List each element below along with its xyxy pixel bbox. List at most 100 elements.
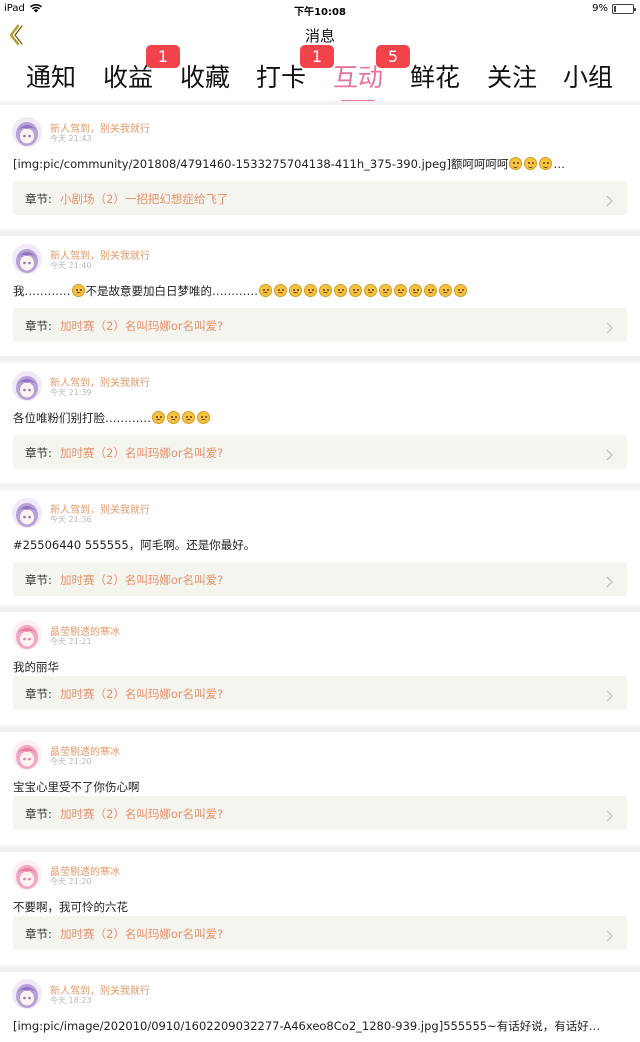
user-avatar[interactable] xyxy=(12,117,42,147)
chapter-label: 章节: xyxy=(25,807,52,821)
tab-favorites[interactable]: 收藏 xyxy=(180,58,230,94)
tired-emoji-icon xyxy=(152,411,165,424)
tired-emoji-icon xyxy=(349,284,362,297)
card-separator xyxy=(0,605,640,612)
checkin-badge: 1 xyxy=(300,45,334,68)
message-content: 我………… 不是故意要加白日梦唯的………… xyxy=(13,283,627,299)
tired-emoji-icon xyxy=(379,284,392,297)
grin-emoji-icon xyxy=(509,157,523,170)
message-item[interactable]: 新人驾到，别关我就行 今天 21:43 [img:pic/community/201… xyxy=(0,116,640,229)
tired-emoji-icon xyxy=(439,284,452,297)
status-time: 下午10:08 xyxy=(294,7,346,18)
chapter-label: 章节: xyxy=(25,192,52,206)
chapter-link[interactable]: 章节: 加时赛（2）名叫玛娜or名叫爱? xyxy=(13,435,627,469)
user-avatar[interactable] xyxy=(12,620,42,650)
user-avatar[interactable] xyxy=(12,979,42,1009)
chevron-right-icon xyxy=(606,687,613,702)
chevron-right-icon xyxy=(606,807,613,822)
message-item[interactable]: 新人驾到，别关我就行 今天 21:40 我………… 不是故意要加白日梦唯的………… 章节… xyxy=(0,243,640,356)
tired-emoji-icon xyxy=(167,411,180,424)
tab-label: 收藏 xyxy=(180,63,231,92)
chapter-link[interactable]: 章节: 加时赛（2）名叫玛娜or名叫爱? xyxy=(13,308,627,342)
user-avatar[interactable] xyxy=(12,371,42,401)
message-content: #25506440 555555，阿毛啊。还是你最好。 xyxy=(13,537,627,553)
message-text: 我………… xyxy=(13,284,71,298)
chapter-link[interactable]: 章节: 小剧场（2）一招把幻想症给飞了 xyxy=(13,181,627,215)
interactions-badge: 5 xyxy=(376,45,410,68)
chapter-link[interactable]: 章节: 加时赛（2）名叫玛娜or名叫爱? xyxy=(13,562,627,596)
chapter-link[interactable]: 章节: 加时赛（2）名叫玛娜or名叫爱? xyxy=(13,676,627,710)
message-time: 今天 21:21 xyxy=(50,637,92,646)
message-time: 今天 21:20 xyxy=(50,877,92,886)
message-time: 今天 21:43 xyxy=(50,134,92,143)
chapter-label: 章节: xyxy=(25,319,52,333)
tab-label: 打卡 xyxy=(256,63,307,92)
message-item[interactable]: 晶莹剔透的寒冰 今天 21:20 不要啊，我可怜的六花 章节: 加时赛（2）名叫玛娜or… xyxy=(0,859,640,965)
page-title: 消息 xyxy=(304,27,335,45)
message-text: [img:pic/community/201808/4791460-153327… xyxy=(13,157,509,171)
message-item[interactable]: 晶莹剔透的寒冰 今天 21:20 宝宝心里受不了你伤心啊 章节: 加时赛（2）名叫玛娜o… xyxy=(0,739,640,845)
chapter-link[interactable]: 章节: 加时赛（2）名叫玛娜or名叫爱? xyxy=(13,796,627,830)
battery-percent: 9% xyxy=(592,3,608,14)
card-separator xyxy=(0,845,640,852)
card-separator xyxy=(0,483,640,490)
card-separator xyxy=(0,229,640,236)
chapter-title: 加时赛（2）名叫玛娜or名叫爱? xyxy=(60,319,224,333)
tired-emoji-icon xyxy=(454,284,467,297)
message-content: [img:pic/image/202010/0910/1602209032277… xyxy=(13,1018,627,1034)
grin-emoji-icon xyxy=(539,157,553,170)
message-time: 今天 21:39 xyxy=(50,388,92,397)
chevron-left-icon xyxy=(9,24,23,46)
tired-emoji-icon xyxy=(409,284,422,297)
tab-notifications[interactable]: 通知 xyxy=(26,58,76,94)
user-avatar[interactable] xyxy=(12,244,42,274)
tired-emoji-icon xyxy=(259,284,272,297)
tired-emoji-icon xyxy=(182,411,195,424)
card-separator xyxy=(0,965,640,972)
tab-groups[interactable]: 小组 xyxy=(563,58,613,94)
message-item[interactable]: 新人驾到，别关我就行 今天 18:23 [img:pic/image/202010/… xyxy=(0,978,640,1042)
message-content: 宝宝心里受不了你伤心啊 xyxy=(13,779,627,795)
tired-emoji-icon xyxy=(424,284,437,297)
message-time: 今天 21:40 xyxy=(50,261,92,270)
user-avatar[interactable] xyxy=(12,498,42,528)
message-text: #25506440 555555，阿毛啊。还是你最好。 xyxy=(13,538,256,552)
tired-emoji-icon xyxy=(289,284,302,297)
tab-checkin[interactable]: 打卡 xyxy=(256,58,306,94)
chapter-label: 章节: xyxy=(25,573,52,587)
tabs-divider xyxy=(0,101,640,105)
card-separator xyxy=(0,725,640,732)
tab-label: 关注 xyxy=(487,63,538,92)
tab-flowers[interactable]: 鲜花 xyxy=(410,58,460,94)
message-item[interactable]: 新人驾到，别关我就行 今天 21:39 各位唯粉们别打脸………… 章节: 加时赛（2）名… xyxy=(0,370,640,483)
message-content: 不要啊，我可怜的六花 xyxy=(13,899,627,915)
chevron-right-icon xyxy=(606,573,613,588)
status-right: 9% xyxy=(592,3,636,14)
chapter-label: 章节: xyxy=(25,446,52,460)
chapter-title: 加时赛（2）名叫玛娜or名叫爱? xyxy=(60,807,224,821)
user-avatar[interactable] xyxy=(12,860,42,890)
chapter-title: 加时赛（2）名叫玛娜or名叫爱? xyxy=(60,573,224,587)
status-bar: iPad 下午10:08 9% xyxy=(0,0,640,18)
tab-label: 收益 xyxy=(103,63,154,92)
tired-emoji-icon xyxy=(71,284,85,297)
card-separator xyxy=(0,356,640,363)
message-text: 不要啊，我可怜的六花 xyxy=(13,900,128,914)
message-item[interactable]: 晶莹剔透的寒冰 今天 21:21 我的丽华 章节: 加时赛（2）名叫玛娜or名叫爱? xyxy=(0,619,640,725)
chapter-label: 章节: xyxy=(25,687,52,701)
message-item[interactable]: 新人驾到，别关我就行 今天 21:36 #25506440 555555，阿毛啊。还… xyxy=(0,497,640,605)
chapter-title: 小剧场（2）一招把幻想症给飞了 xyxy=(60,192,229,206)
chapter-link[interactable]: 章节: 加时赛（2）名叫玛娜or名叫爱? xyxy=(13,916,627,950)
tired-emoji-icon xyxy=(274,284,287,297)
tab-following[interactable]: 关注 xyxy=(487,58,537,94)
battery-fill xyxy=(614,5,616,12)
message-text: 我的丽华 xyxy=(13,660,59,674)
tab-label: 小组 xyxy=(563,63,614,92)
chevron-right-icon xyxy=(606,446,613,461)
chevron-right-icon xyxy=(606,927,613,942)
message-content: [img:pic/community/201808/4791460-153327… xyxy=(13,156,627,172)
message-time: 今天 18:23 xyxy=(50,996,92,1005)
back-button[interactable] xyxy=(6,23,26,47)
user-avatar[interactable] xyxy=(12,740,42,770)
message-time: 今天 21:20 xyxy=(50,757,92,766)
